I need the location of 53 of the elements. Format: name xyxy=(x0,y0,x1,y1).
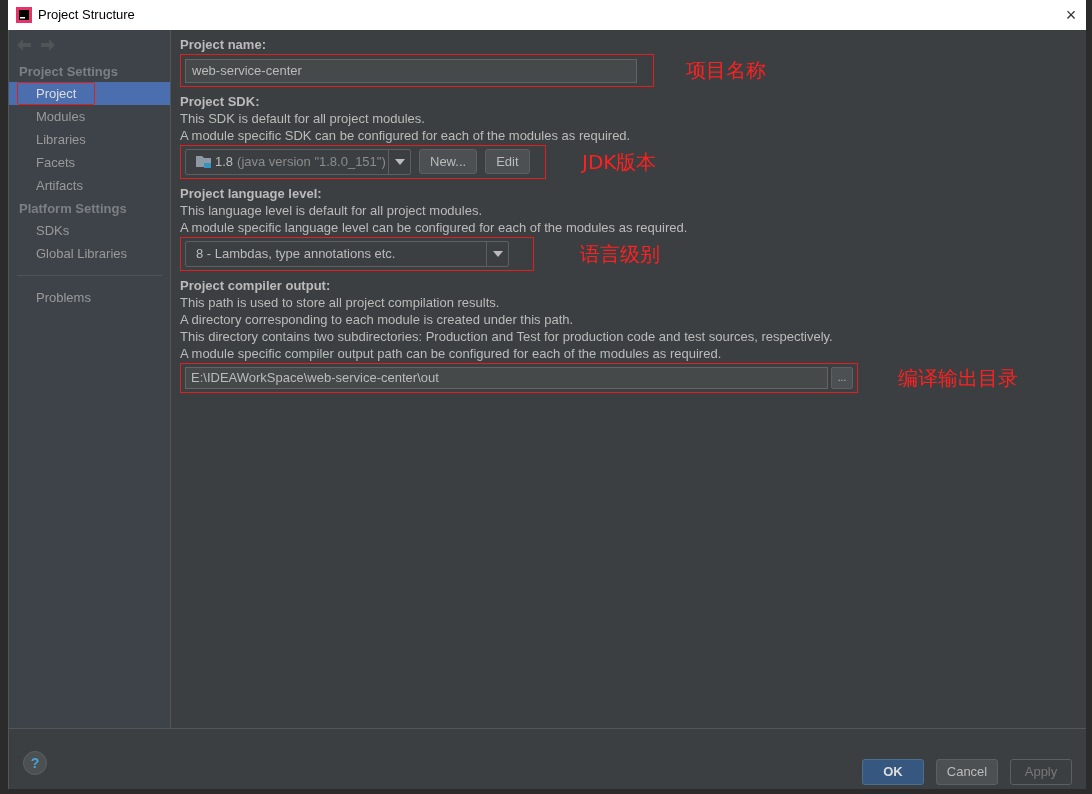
project-name-field[interactable]: web-service-center xyxy=(185,58,637,83)
section-label: Project SDK: xyxy=(180,92,261,110)
sdk-dropdown[interactable]: 1.8 (java version "1.8.0_151") xyxy=(185,148,411,175)
window-title: Project Structure xyxy=(38,6,136,25)
sidebar-item-label: Project xyxy=(17,81,96,106)
folder-icon xyxy=(196,154,212,169)
section-label: Project language level: xyxy=(180,184,323,202)
annotation-text: 编译输出目录 xyxy=(898,364,1018,392)
sidebar-item-label: Modules xyxy=(35,107,87,126)
sidebar-item-label: Global Libraries xyxy=(35,244,129,263)
section-description: This SDK is default for all project modules. xyxy=(180,109,426,127)
app-logo-icon xyxy=(16,7,32,23)
section-description: A module specific language level can be configured for each of the modules as required. xyxy=(180,218,689,236)
language-level-value: 8 - Lambdas, type annotations etc. xyxy=(196,244,397,263)
caret-icon xyxy=(492,250,503,257)
caret-icon xyxy=(394,158,405,165)
sidebar-item-label: SDKs xyxy=(35,221,71,240)
section-description: A directory corresponding to each module is created under this path. xyxy=(180,310,575,328)
sidebar-item[interactable]: Global Libraries xyxy=(9,242,170,265)
sidebar-item-label: Libraries xyxy=(35,130,87,149)
sdk-button[interactable]: New... xyxy=(419,149,478,174)
browse-button[interactable]: ... xyxy=(831,366,853,389)
sdk-version: 1.8 xyxy=(215,152,234,171)
sidebar-heading: Platform Settings xyxy=(18,200,128,218)
annotation-text: 语言级别 xyxy=(580,240,660,268)
sidebar-item[interactable]: Artifacts xyxy=(9,174,170,197)
section-description: This directory contains two subdirectories: Production and Test for production code and test sources, respectively. xyxy=(180,327,834,345)
sidebar-heading: Project Settings xyxy=(18,63,119,81)
sidebar-item[interactable]: Libraries xyxy=(9,128,170,151)
dialog-button[interactable]: OK xyxy=(862,759,924,785)
section-description: A module specific SDK can be configured for each of the modules as required. xyxy=(180,126,632,144)
close-button[interactable]: × xyxy=(1056,1,1086,29)
sidebar-item-label: Problems xyxy=(35,288,92,307)
sidebar-item-label: Artifacts xyxy=(35,176,84,195)
sdk-button[interactable]: Edit xyxy=(485,149,530,174)
help-button[interactable]: ? xyxy=(23,751,47,775)
sidebar-item[interactable]: Facets xyxy=(9,151,170,174)
sidebar-item[interactable]: Modules xyxy=(9,105,170,128)
section-description: This path is used to store all project compilation results. xyxy=(180,293,501,311)
annotation-text: JDK版本 xyxy=(582,148,657,176)
section-description: This language level is default for all project modules. xyxy=(180,201,484,219)
sidebar-item-label: Facets xyxy=(35,153,76,172)
sdk-detail: (java version "1.8.0_151") xyxy=(237,152,387,171)
language-level-dropdown[interactable]: 8 - Lambdas, type annotations etc. xyxy=(185,240,509,267)
sidebar-item[interactable]: Problems xyxy=(9,286,170,309)
section-label: Project name: xyxy=(180,36,267,53)
annotation-text: 项目名称 xyxy=(686,57,766,85)
section-label: Project compiler output: xyxy=(180,276,332,294)
dialog-button[interactable]: Cancel xyxy=(936,759,998,785)
output-path-field[interactable]: E:\IDEAWorkSpace\web-service-center\out xyxy=(185,366,828,389)
section-description: A module specific compiler output path can be configured for each of the modules as required. xyxy=(180,344,723,362)
sidebar-item[interactable]: Project xyxy=(9,82,170,105)
sidebar-item[interactable]: SDKs xyxy=(9,219,170,242)
